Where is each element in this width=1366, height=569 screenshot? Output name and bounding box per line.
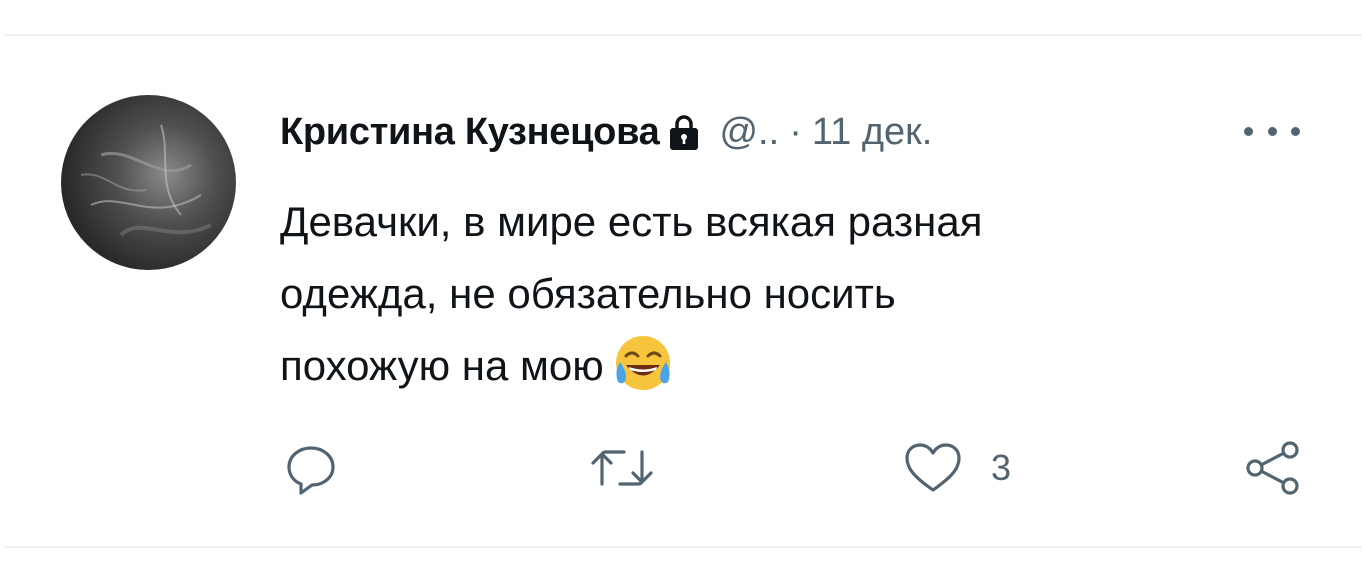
tweet-text: Девачки, в мире есть всякая разная одежд… bbox=[280, 186, 1280, 402]
share-button[interactable] bbox=[1244, 440, 1304, 496]
retweet-icon bbox=[591, 450, 653, 486]
tweet-text-segment: похожую на мою bbox=[280, 342, 604, 389]
like-count: 3 bbox=[991, 447, 1012, 488]
more-dot bbox=[1291, 126, 1300, 136]
tweet-text-line: одежда, не обязательно носить bbox=[280, 270, 896, 317]
retweet-button[interactable] bbox=[588, 440, 656, 496]
author-handle[interactable]: @.. bbox=[719, 111, 779, 154]
author-display-name[interactable]: Кристина Кузнецова bbox=[280, 111, 660, 154]
tweet-actions: 3 bbox=[0, 440, 1366, 500]
more-icon[interactable] bbox=[1244, 116, 1300, 146]
reply-icon bbox=[287, 446, 335, 495]
reply-button[interactable] bbox=[283, 440, 339, 496]
tweet-header: Кристина Кузнецова @.. · 11 дек. bbox=[280, 100, 932, 164]
avatar[interactable] bbox=[61, 95, 236, 270]
share-icon bbox=[1246, 441, 1299, 495]
more-dot bbox=[1267, 126, 1277, 136]
bottom-divider bbox=[4, 546, 1362, 548]
tweet-text-line-last: похожую на мою bbox=[280, 330, 1280, 402]
top-divider bbox=[4, 34, 1362, 36]
avatar-image bbox=[80, 124, 212, 237]
face-with-tears-of-joy-emoji bbox=[612, 332, 674, 394]
tweet-date[interactable]: 11 дек. bbox=[812, 111, 933, 154]
lock-icon bbox=[669, 113, 699, 151]
like-button[interactable]: 3 bbox=[903, 440, 1011, 496]
heart-icon bbox=[905, 443, 961, 492]
more-dot bbox=[1244, 126, 1253, 136]
tweet-text-line: Девачки, в мире есть всякая разная bbox=[280, 198, 983, 245]
header-separator: · bbox=[789, 110, 802, 153]
